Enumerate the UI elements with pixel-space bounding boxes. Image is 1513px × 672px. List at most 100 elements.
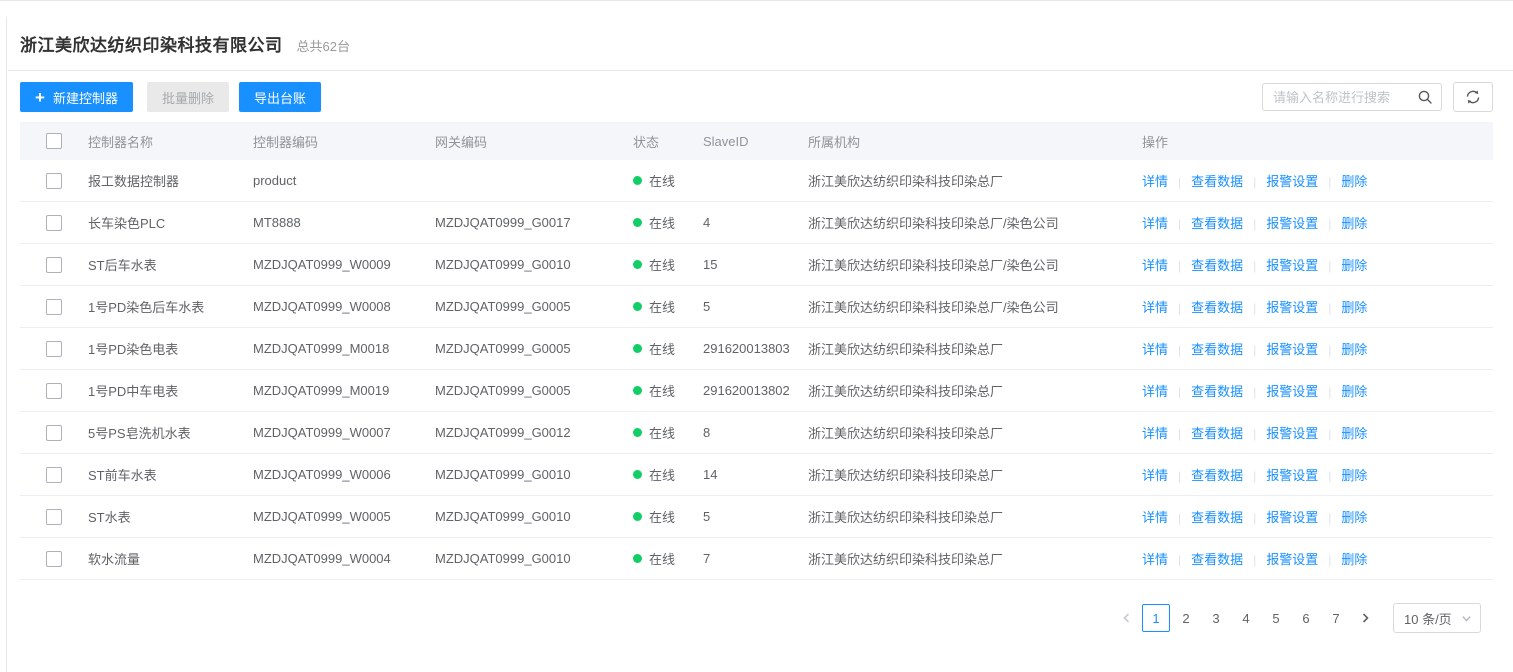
action-delete-link[interactable]: 删除 — [1341, 384, 1367, 399]
action-view-data-link[interactable]: 查看数据 — [1191, 216, 1243, 231]
page-number-2[interactable]: 2 — [1172, 604, 1200, 632]
row-checkbox[interactable] — [46, 383, 62, 399]
search-input[interactable] — [1273, 90, 1417, 105]
online-status-dot — [633, 260, 642, 269]
action-alarm-settings-link[interactable]: 报警设置 — [1266, 300, 1318, 315]
action-alarm-settings-link[interactable]: 报警设置 — [1266, 426, 1318, 441]
action-view-data-link[interactable]: 查看数据 — [1191, 342, 1243, 357]
row-checkbox[interactable] — [46, 509, 62, 525]
action-delete-link[interactable]: 删除 — [1341, 426, 1367, 441]
controller-code-cell: MZDJQAT0999_M0019 — [253, 383, 435, 398]
batch-delete-button[interactable]: 批量删除 — [147, 82, 229, 112]
page-number-6[interactable]: 6 — [1292, 604, 1320, 632]
page-number-5[interactable]: 5 — [1262, 604, 1290, 632]
action-separator: | — [1178, 301, 1181, 315]
table-row: 5号PS皂洗机水表 MZDJQAT0999_W0007 MZDJQAT0999_… — [20, 412, 1493, 454]
row-checkbox[interactable] — [46, 467, 62, 483]
action-delete-link[interactable]: 删除 — [1341, 552, 1367, 567]
action-view-data-link[interactable]: 查看数据 — [1191, 552, 1243, 567]
action-separator: | — [1328, 175, 1331, 189]
prev-page-icon[interactable] — [1113, 604, 1141, 632]
action-view-data-link[interactable]: 查看数据 — [1191, 510, 1243, 525]
action-delete-link[interactable]: 删除 — [1341, 174, 1367, 189]
row-actions: 详情|查看数据|报警设置|删除 — [1142, 255, 1493, 274]
page-number-7[interactable]: 7 — [1322, 604, 1350, 632]
controller-table: 控制器名称 控制器编码 网关编码 状态 SlaveID 所属机构 操作 报工数据… — [20, 122, 1493, 580]
action-detail-link[interactable]: 详情 — [1142, 510, 1168, 525]
page-size-select[interactable]: 10 条/页 — [1393, 603, 1481, 633]
slave-id-cell: 15 — [703, 257, 808, 272]
action-delete-link[interactable]: 删除 — [1341, 300, 1367, 315]
action-view-data-link[interactable]: 查看数据 — [1191, 426, 1243, 441]
action-alarm-settings-link[interactable]: 报警设置 — [1266, 258, 1318, 273]
action-detail-link[interactable]: 详情 — [1142, 216, 1168, 231]
gateway-code-cell: MZDJQAT0999_G0010 — [435, 257, 633, 272]
action-alarm-settings-link[interactable]: 报警设置 — [1266, 468, 1318, 483]
action-separator: | — [1178, 553, 1181, 567]
column-header-gateway: 网关编码 — [435, 132, 633, 151]
action-detail-link[interactable]: 详情 — [1142, 342, 1168, 357]
action-alarm-settings-link[interactable]: 报警设置 — [1266, 552, 1318, 567]
page-title: 浙江美欣达纺织印染科技有限公司 — [20, 31, 283, 56]
row-checkbox[interactable] — [46, 299, 62, 315]
table-body: 报工数据控制器 product 在线 浙江美欣达纺织印染科技印染总厂 详情|查看… — [20, 160, 1493, 580]
action-detail-link[interactable]: 详情 — [1142, 300, 1168, 315]
action-delete-link[interactable]: 删除 — [1341, 468, 1367, 483]
gateway-code-cell: MZDJQAT0999_G0005 — [435, 299, 633, 314]
action-separator: | — [1328, 217, 1331, 231]
action-alarm-settings-link[interactable]: 报警设置 — [1266, 384, 1318, 399]
action-delete-link[interactable]: 删除 — [1341, 342, 1367, 357]
controller-name-cell: ST水表 — [88, 507, 253, 526]
action-detail-link[interactable]: 详情 — [1142, 384, 1168, 399]
action-separator: | — [1178, 511, 1181, 525]
row-checkbox[interactable] — [46, 551, 62, 567]
gateway-code-cell: MZDJQAT0999_G0017 — [435, 215, 633, 230]
row-checkbox[interactable] — [46, 173, 62, 189]
action-view-data-link[interactable]: 查看数据 — [1191, 174, 1243, 189]
action-delete-link[interactable]: 删除 — [1341, 510, 1367, 525]
next-page-icon[interactable] — [1351, 604, 1379, 632]
action-detail-link[interactable]: 详情 — [1142, 468, 1168, 483]
action-alarm-settings-link[interactable]: 报警设置 — [1266, 174, 1318, 189]
row-actions: 详情|查看数据|报警设置|删除 — [1142, 297, 1493, 316]
action-detail-link[interactable]: 详情 — [1142, 258, 1168, 273]
action-delete-link[interactable]: 删除 — [1341, 216, 1367, 231]
action-alarm-settings-link[interactable]: 报警设置 — [1266, 216, 1318, 231]
action-alarm-settings-link[interactable]: 报警设置 — [1266, 342, 1318, 357]
controller-name-cell: 报工数据控制器 — [88, 171, 253, 190]
search-icon[interactable] — [1417, 89, 1433, 105]
controller-code-cell: MZDJQAT0999_W0006 — [253, 467, 435, 482]
table-row: 报工数据控制器 product 在线 浙江美欣达纺织印染科技印染总厂 详情|查看… — [20, 160, 1493, 202]
action-alarm-settings-link[interactable]: 报警设置 — [1266, 510, 1318, 525]
select-all-checkbox[interactable] — [46, 133, 62, 149]
row-checkbox[interactable] — [46, 341, 62, 357]
row-checkbox[interactable] — [46, 257, 62, 273]
status-label: 在线 — [649, 213, 675, 232]
refresh-button[interactable] — [1453, 82, 1493, 112]
action-separator: | — [1178, 427, 1181, 441]
table-row: ST水表 MZDJQAT0999_W0005 MZDJQAT0999_G0010… — [20, 496, 1493, 538]
action-view-data-link[interactable]: 查看数据 — [1191, 384, 1243, 399]
pagination: 1234567 10 条/页 — [20, 602, 1481, 634]
action-view-data-link[interactable]: 查看数据 — [1191, 300, 1243, 315]
page-number-1[interactable]: 1 — [1142, 604, 1170, 632]
new-controller-button[interactable]: + 新建控制器 — [20, 82, 133, 112]
page-number-4[interactable]: 4 — [1232, 604, 1260, 632]
action-detail-link[interactable]: 详情 — [1142, 426, 1168, 441]
page-number-3[interactable]: 3 — [1202, 604, 1230, 632]
export-ledger-button[interactable]: 导出台账 — [239, 82, 321, 112]
action-delete-link[interactable]: 删除 — [1341, 258, 1367, 273]
action-view-data-link[interactable]: 查看数据 — [1191, 258, 1243, 273]
action-separator: | — [1253, 553, 1256, 567]
slave-id-cell: 7 — [703, 551, 808, 566]
action-detail-link[interactable]: 详情 — [1142, 174, 1168, 189]
action-detail-link[interactable]: 详情 — [1142, 552, 1168, 567]
action-separator: | — [1253, 175, 1256, 189]
org-cell: 浙江美欣达纺织印染科技印染总厂 — [808, 507, 1142, 526]
row-checkbox[interactable] — [46, 215, 62, 231]
action-view-data-link[interactable]: 查看数据 — [1191, 468, 1243, 483]
row-actions: 详情|查看数据|报警设置|删除 — [1142, 171, 1493, 190]
action-separator: | — [1328, 427, 1331, 441]
row-checkbox[interactable] — [46, 425, 62, 441]
gateway-code-cell: MZDJQAT0999_G0010 — [435, 467, 633, 482]
